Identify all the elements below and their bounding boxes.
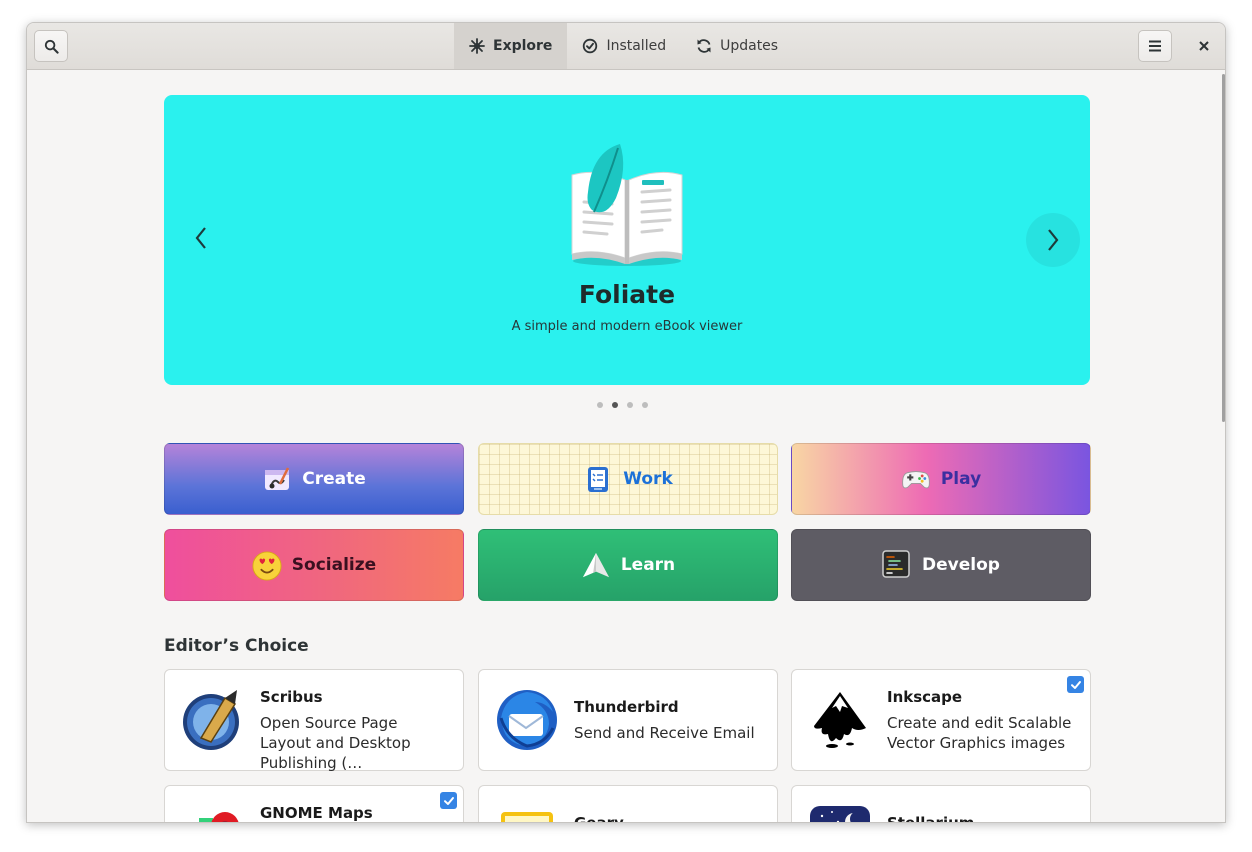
explore-page: Foliate A simple and modern eBook viewer…: [27, 70, 1225, 823]
work-icon: [583, 464, 613, 494]
tab-installed[interactable]: Installed: [567, 23, 681, 69]
foliate-app-icon: [571, 144, 683, 266]
app-tile-stellarium[interactable]: Stellarium: [791, 785, 1091, 823]
tab-installed-label: Installed: [606, 38, 667, 54]
app-tile-thunderbird[interactable]: Thunderbird Send and Receive Email: [478, 669, 778, 771]
paper-plane-icon: [581, 550, 611, 580]
hamburger-icon: [1149, 40, 1161, 52]
app-tile-gnome-maps[interactable]: GNOME Maps: [164, 785, 464, 822]
category-play[interactable]: Play: [791, 443, 1091, 515]
app-description: Create and edit Scalable Vector Graphics…: [887, 714, 1072, 752]
emoji-icon: [252, 550, 282, 581]
featured-app-subtitle: A simple and modern eBook viewer: [511, 319, 743, 334]
app-name: Inkscape: [887, 688, 963, 706]
category-learn[interactable]: Learn: [478, 529, 778, 601]
app-tile-inkscape[interactable]: Inkscape Create and edit Scalable Vector…: [791, 669, 1091, 771]
app-window: Explore Installed Updates Foliate A simp…: [26, 22, 1226, 823]
category-work[interactable]: Work: [478, 443, 778, 515]
category-develop-label: Develop: [922, 555, 1000, 575]
carousel-dot-active[interactable]: [612, 402, 618, 408]
category-learn-label: Learn: [620, 555, 676, 575]
explore-icon: [469, 38, 485, 54]
inkscape-app-icon: [814, 692, 866, 748]
chevron-left-icon: [195, 227, 206, 249]
geary-app-icon: [501, 812, 553, 822]
category-develop[interactable]: Develop: [791, 529, 1091, 601]
scrollbar[interactable]: [1222, 74, 1225, 422]
create-icon: [262, 464, 292, 494]
chevron-right-icon: [1048, 229, 1059, 251]
category-play-label: Play: [940, 469, 982, 489]
search-button[interactable]: [34, 30, 68, 62]
carousel-dot[interactable]: [597, 402, 603, 408]
app-tile-scribus[interactable]: Scribus Open Source Page Layout and Desk…: [164, 669, 464, 772]
close-window-button[interactable]: [1187, 30, 1221, 62]
thunderbird-app-icon: [497, 690, 557, 750]
tab-explore[interactable]: Explore: [454, 23, 568, 69]
category-socialize[interactable]: Socialize: [164, 529, 464, 601]
editors-choice-heading: Editor’s Choice: [164, 636, 309, 656]
category-socialize-label: Socialize: [291, 555, 377, 575]
search-icon: [44, 39, 59, 54]
header-bar: Explore Installed Updates: [27, 23, 1225, 70]
tab-updates[interactable]: Updates: [681, 23, 793, 69]
tab-updates-label: Updates: [720, 38, 779, 54]
main-menu-button[interactable]: [1138, 30, 1172, 62]
app-name: Thunderbird: [574, 698, 679, 716]
carousel-dot[interactable]: [642, 402, 648, 408]
gamepad-icon: [901, 464, 931, 494]
carousel-previous-button[interactable]: [186, 223, 216, 253]
app-tile-geary[interactable]: Geary: [478, 785, 778, 823]
carousel-dot[interactable]: [627, 402, 633, 408]
app-name: Stellarium: [887, 814, 975, 823]
check-icon: [443, 796, 454, 805]
featured-app-title: Foliate: [578, 280, 676, 309]
category-create[interactable]: Create: [164, 443, 464, 515]
stellarium-app-icon: [810, 806, 870, 822]
category-work-label: Work: [623, 469, 673, 489]
view-switcher: Explore Installed Updates: [454, 23, 793, 69]
app-name: Scribus: [260, 688, 323, 706]
tab-explore-label: Explore: [493, 38, 553, 54]
close-icon: [1199, 41, 1209, 51]
category-create-label: Create: [302, 469, 366, 489]
gnome-maps-app-icon: [199, 812, 239, 822]
carousel-next-button[interactable]: [1026, 213, 1080, 267]
installed-icon: [582, 38, 598, 54]
app-description: Send and Receive Email: [574, 724, 755, 742]
scribus-app-icon: [183, 690, 239, 750]
carousel-indicator: [597, 402, 648, 408]
app-name: Geary: [574, 814, 624, 823]
updates-icon: [696, 38, 712, 54]
app-name: GNOME Maps: [260, 804, 373, 822]
app-description: Open Source Page Layout and Desktop Publ…: [260, 714, 411, 772]
installed-checkmark: [1067, 676, 1084, 693]
terminal-icon: [882, 550, 912, 580]
featured-carousel[interactable]: Foliate A simple and modern eBook viewer: [164, 95, 1090, 385]
installed-checkmark: [440, 792, 457, 809]
check-icon: [1070, 680, 1081, 689]
